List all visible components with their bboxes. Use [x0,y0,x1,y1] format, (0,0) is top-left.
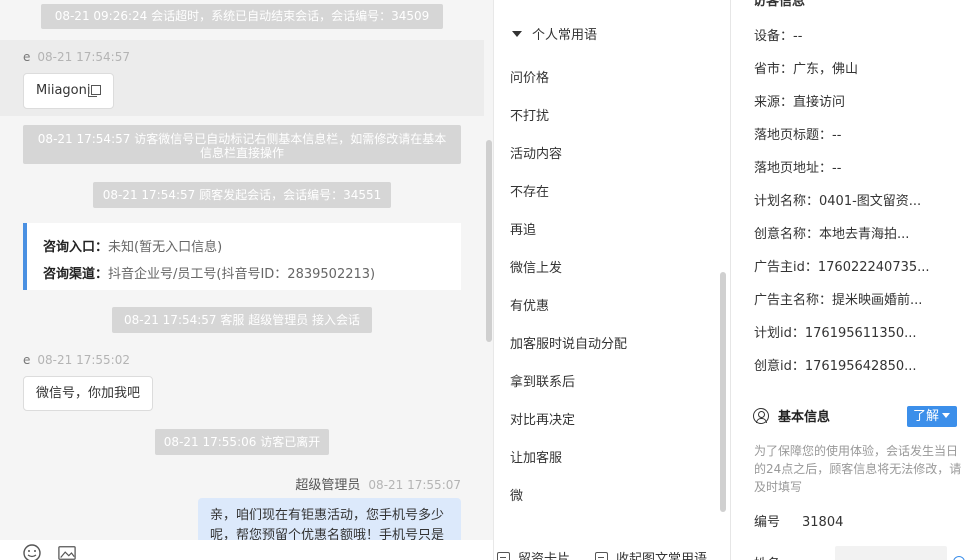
info-row-city: 省市：广东，佛山 [754,62,859,77]
info-circle-icon[interactable] [953,556,965,560]
copy-icon[interactable] [88,85,102,97]
phrases-scrollbar[interactable] [720,272,726,512]
system-message-join: 08-21 17:54:57 客服 超级管理员 接入会话 [112,307,372,333]
common-phrases-panel: 个人常用语 问价格 不打扰 活动内容 不存在 再追 微信上发 有优惠 加客服时说… [493,0,730,560]
customer-info-panel: 访客信息 设备：-- 省市：广东，佛山 来源：直接访问 落地页标题：-- 落地页… [730,0,972,560]
info-row-plan-name: 计划名称：0401-图文留资... [754,194,922,209]
visitor-message-text: Miiagoni [36,83,91,98]
agent-time: 08-21 17:55:07 [368,478,461,492]
info-row-creative-name: 创意名称：本地去青海拍... [754,227,910,242]
user-icon [753,408,769,424]
collapse-triangle-icon [512,31,522,37]
phrase-item[interactable]: 微 [510,485,523,504]
phrases-group-header[interactable]: 个人常用语 [512,24,597,43]
chat-scrollbar[interactable] [486,140,492,342]
consult-entry-row: 咨询入口：未知(暂无入口信息) [43,240,223,255]
name-input[interactable] [835,546,947,560]
visitor-sender-2: e 08-21 17:55:02 [23,353,130,367]
visitor-message-bubble[interactable]: Miiagoni [23,73,115,109]
phrase-item[interactable]: 加客服时说自动分配 [510,333,627,352]
phrase-item[interactable]: 有优惠 [510,295,549,314]
id-row: 编号 31804 [754,515,844,530]
info-row-landing-title: 落地页标题：-- [754,128,842,143]
agent-name: 超级管理员 [295,478,361,493]
phrase-icon [595,552,608,560]
info-row-landing-url: 落地页地址：-- [754,161,842,176]
system-message-wechat: 08-21 17:54:57 访客微信号已自动标记右侧基本信息栏，如需修改请在基… [23,125,461,164]
visitor-name-2: e [23,353,31,367]
chat-panel: 08-21 09:26:24 会话超时，系统已自动结束会话，会话编号：34509… [0,0,493,560]
agent-sender: 超级管理员 08-21 17:55:07 [295,474,461,493]
phrase-item[interactable]: 微信上发 [510,257,562,276]
phrase-item[interactable]: 活动内容 [510,143,562,162]
image-icon[interactable] [58,544,76,560]
chat-input-toolbar [0,540,493,560]
info-row-advertiser-name: 广告主名称：提米映画婚前... [754,293,923,308]
phrase-item[interactable]: 问价格 [510,67,549,86]
name-row: 姓名 [754,553,780,560]
phrase-item[interactable]: 拿到联系后 [510,371,575,390]
system-message-start: 08-21 17:54:57 顾客发起会话，会话编号：34551 [93,182,391,208]
info-row-source: 来源：直接访问 [754,95,846,110]
phrase-item[interactable]: 不打扰 [510,105,549,124]
system-message-timeout: 08-21 09:26:24 会话超时，系统已自动结束会话，会话编号：34509 [41,4,443,29]
phrase-item[interactable]: 不存在 [510,181,549,200]
visitor-message-bubble-2[interactable]: 微信号，你加我吧 [23,376,154,411]
consult-channel-row: 咨询渠道：抖音企业号/员工号(抖音号ID：2839502213) [43,267,376,282]
emoji-icon[interactable] [23,544,41,560]
info-row-device: 设备：-- [754,29,803,44]
visitor-info-title: 访客信息 [753,0,806,9]
phrase-item[interactable]: 对比再决定 [510,409,575,428]
info-row-plan-id: 计划id：176195611350... [754,326,917,341]
caret-down-icon [942,413,951,418]
info-row-advertiser-id: 广告主id：176022240735... [754,260,930,275]
learn-more-button[interactable]: 了解 [907,406,957,427]
visitor-time-2: 08-21 17:55:02 [37,353,130,367]
basic-info-note: 为了保障您的使用体验，会话发生当日的24点之后，顾客信息将无法修改，请及时填写 [754,444,962,494]
basic-info-title: 基本信息 [753,406,830,425]
visitor-message-block: e 08-21 17:54:57 Miiagoni [0,40,484,116]
lead-card-button[interactable]: 留资卡片 [497,548,570,560]
info-row-creative-id: 创意id：176195642850... [754,359,917,374]
consult-info-card: 咨询入口：未知(暂无入口信息) 咨询渠道：抖音企业号/员工号(抖音号ID：283… [23,223,461,290]
visitor-time: 08-21 17:54:57 [37,50,130,64]
visitor-name: e [23,50,31,64]
card-icon [497,552,510,560]
phrase-item[interactable]: 再追 [510,219,536,238]
system-message-leave: 08-21 17:55:06 访客已离开 [155,429,329,455]
collapse-phrases-button[interactable]: 收起图文常用语 [595,548,707,560]
visitor-sender: e 08-21 17:54:57 [23,50,130,64]
phrase-item[interactable]: 让加客服 [510,447,562,466]
